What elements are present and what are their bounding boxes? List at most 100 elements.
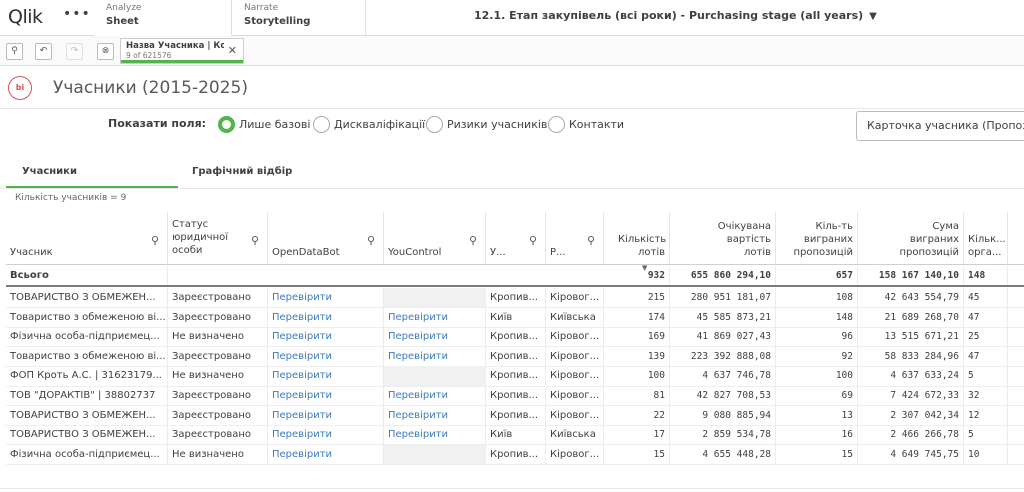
selection-chip[interactable]: Назва Учасника | Ко... 9 of 621576 ✕ [120, 38, 244, 64]
search-icon[interactable]: ⚲ [251, 234, 259, 247]
table-cell-won[interactable]: 15 [776, 444, 858, 465]
table-cell-won[interactable]: 16 [776, 425, 858, 445]
table-cell-participant[interactable]: ТОВ "ДОРАКТІВ" | 38802737 [6, 386, 168, 406]
qlik-logo[interactable]: Qlik [8, 6, 43, 28]
close-icon[interactable]: ✕ [228, 44, 237, 57]
table-cell-lots[interactable]: 139 [604, 346, 670, 367]
table-cell-sum[interactable]: 2 466 266,78 [858, 425, 964, 445]
more-menu-icon[interactable]: ••• [63, 6, 91, 22]
table-cell-odb[interactable]: Перевірити [268, 444, 384, 465]
table-cell-org[interactable]: 25 [964, 327, 1008, 347]
table-cell-won[interactable]: 69 [776, 386, 858, 406]
table-cell-status[interactable]: Зареєстровано [168, 307, 268, 328]
table-cell-participant[interactable]: ФОП Кроть А.С. | 31623179... [6, 366, 168, 386]
column-header-expected-value[interactable]: Очікувана вартість лотів [670, 212, 776, 264]
table-cell-sum[interactable]: 4 649 745,75 [858, 444, 964, 465]
table-cell-sum[interactable]: 13 515 671,21 [858, 327, 964, 347]
table-cell-city[interactable]: Кропив... [486, 327, 546, 347]
radio-participant-risks[interactable]: Ризики учасників [426, 114, 547, 134]
column-header-status[interactable]: Статус юридичної особи ⚲ [168, 212, 268, 264]
table-cell-sum[interactable]: 21 689 268,70 [858, 307, 964, 328]
table-cell-yc[interactable] [384, 288, 486, 308]
table-cell-org[interactable]: 12 [964, 405, 1008, 426]
table-cell-odb[interactable]: Перевірити [268, 327, 384, 347]
table-cell-lots[interactable]: 22 [604, 405, 670, 426]
table-cell-sum[interactable]: 2 307 042,34 [858, 405, 964, 426]
radio-basic-only[interactable]: Лише базові [218, 114, 310, 134]
table-cell-odb[interactable]: Перевірити [268, 307, 384, 328]
table-cell-odb[interactable]: Перевірити [268, 346, 384, 367]
table-cell-expected[interactable]: 9 080 885,94 [670, 405, 776, 426]
table-cell-odb[interactable]: Перевірити [268, 288, 384, 308]
search-icon[interactable]: ⚲ [367, 234, 375, 247]
table-cell-status[interactable]: Не визначено [168, 327, 268, 347]
table-cell-city[interactable]: Київ [486, 307, 546, 328]
table-cell-yc[interactable]: Перевірити [384, 386, 486, 406]
table-cell-lots[interactable]: 15 [604, 444, 670, 465]
table-cell-expected[interactable]: 4 637 746,78 [670, 366, 776, 386]
table-cell-odb[interactable]: Перевірити [268, 405, 384, 426]
column-header-won-sum[interactable]: Сума виграних пропозицій [858, 212, 964, 264]
search-icon[interactable]: ⚲ [151, 234, 159, 247]
app-title-dropdown[interactable]: 12.1. Етап закупівель (всі роки) - Purch… [474, 9, 877, 22]
table-cell-org[interactable]: 5 [964, 366, 1008, 386]
table-cell-region[interactable]: Кіровог... [546, 386, 604, 406]
table-cell-odb[interactable]: Перевірити [268, 366, 384, 386]
table-cell-lots[interactable]: 81 [604, 386, 670, 406]
table-cell-won[interactable]: 148 [776, 307, 858, 328]
table-cell-sum[interactable]: 58 833 284,96 [858, 346, 964, 367]
column-header-region[interactable]: Р... ⚲ [546, 212, 604, 264]
table-cell-yc[interactable]: Перевірити [384, 405, 486, 426]
table-cell-city[interactable]: Кропив... [486, 444, 546, 465]
participant-card-button[interactable]: Карточка учасника (Пропози [856, 111, 1024, 141]
tab-analyze-sheet[interactable]: Analyze Sheet [94, 0, 232, 36]
table-cell-participant[interactable]: ТОВАРИСТВО З ОБМЕЖЕН... [6, 405, 168, 426]
column-header-won-count[interactable]: Кіль-ть виграних пропозицій [776, 212, 858, 264]
table-cell-status[interactable]: Не визначено [168, 366, 268, 386]
table-cell-expected[interactable]: 280 951 181,07 [670, 288, 776, 308]
table-cell-sum[interactable]: 7 424 672,33 [858, 386, 964, 406]
table-cell-expected[interactable]: 45 585 873,21 [670, 307, 776, 328]
table-cell-org[interactable]: 47 [964, 346, 1008, 367]
column-header-city[interactable]: У... ⚲ [486, 212, 546, 264]
radio-contacts[interactable]: Контакти [548, 114, 624, 134]
table-cell-status[interactable]: Зареєстровано [168, 386, 268, 406]
table-cell-lots[interactable]: 169 [604, 327, 670, 347]
smart-search-icon[interactable]: ⚲ [6, 43, 23, 60]
table-cell-participant[interactable]: Фізична особа-підприємец... [6, 444, 168, 465]
search-icon[interactable]: ⚲ [469, 234, 477, 247]
table-cell-won[interactable]: 100 [776, 366, 858, 386]
column-header-lots[interactable]: Кількість лотів [604, 212, 670, 264]
table-cell-expected[interactable]: 2 859 534,78 [670, 425, 776, 445]
table-cell-city[interactable]: Кропив... [486, 405, 546, 426]
table-cell-sum[interactable]: 4 637 633,24 [858, 366, 964, 386]
table-cell-participant[interactable]: Товариство з обмеженою ві... [6, 307, 168, 328]
table-cell-region[interactable]: Кіровог... [546, 444, 604, 465]
table-cell-status[interactable]: Зареєстровано [168, 346, 268, 367]
table-cell-lots[interactable]: 17 [604, 425, 670, 445]
step-back-icon[interactable]: ↶ [35, 43, 52, 60]
table-cell-expected[interactable]: 4 655 448,28 [670, 444, 776, 465]
table-cell-yc[interactable]: Перевірити [384, 307, 486, 328]
table-cell-org[interactable]: 10 [964, 444, 1008, 465]
table-cell-region[interactable]: Кіровог... [546, 405, 604, 426]
table-cell-region[interactable]: Кіровог... [546, 366, 604, 386]
table-cell-city[interactable]: Київ [486, 425, 546, 445]
tab-graphic-selection[interactable]: Графічний відбір [192, 166, 292, 177]
table-cell-expected[interactable]: 223 392 888,08 [670, 346, 776, 367]
table-cell-status[interactable]: Зареєстровано [168, 405, 268, 426]
table-cell-participant[interactable]: Фізична особа-підприємец... [6, 327, 168, 347]
table-cell-region[interactable]: Кіровог... [546, 288, 604, 308]
column-header-opendatabot[interactable]: OpenDataBot ⚲ [268, 212, 384, 264]
search-icon[interactable]: ⚲ [587, 234, 595, 247]
table-cell-sum[interactable]: 42 643 554,79 [858, 288, 964, 308]
table-cell-won[interactable]: 13 [776, 405, 858, 426]
table-cell-lots[interactable]: 215 [604, 288, 670, 308]
column-header-participant[interactable]: Учасник ⚲ [6, 212, 168, 264]
table-cell-yc[interactable]: Перевірити [384, 346, 486, 367]
table-cell-status[interactable]: Не визначено [168, 444, 268, 465]
table-cell-won[interactable]: 92 [776, 346, 858, 367]
tab-narrate-storytelling[interactable]: Narrate Storytelling [232, 0, 366, 36]
table-cell-region[interactable]: Кіровог... [546, 346, 604, 367]
table-cell-status[interactable]: Зареєстровано [168, 288, 268, 308]
